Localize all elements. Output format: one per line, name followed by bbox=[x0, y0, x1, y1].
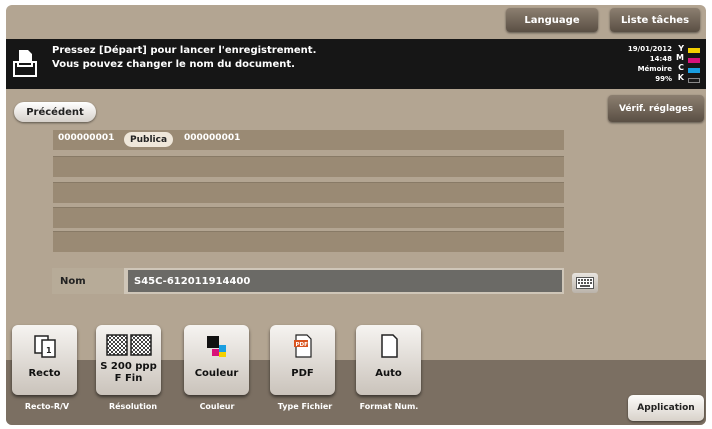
status-date: 19/01/2012 bbox=[627, 45, 672, 53]
toner-bar-m bbox=[688, 58, 700, 63]
toner-label-y: Y bbox=[678, 44, 684, 53]
status-panel: 19/01/2012 14:48 Mémoire 99% Y M C K bbox=[596, 43, 702, 87]
resolution-quality: F Fin bbox=[114, 373, 143, 384]
list-row[interactable] bbox=[53, 207, 564, 228]
status-time: 14:48 bbox=[649, 55, 672, 63]
duplex-label: Recto bbox=[28, 368, 61, 379]
list-row[interactable] bbox=[53, 182, 564, 203]
folder-path-row[interactable]: 000000001 Publica 000000001 bbox=[53, 130, 564, 150]
check-settings-button[interactable]: Vérif. réglages bbox=[608, 95, 704, 122]
memory-value: 99% bbox=[655, 75, 672, 83]
resolution-value: S 200 ppp bbox=[100, 361, 157, 372]
control-panel: Language Liste tâches Pressez [Départ] p… bbox=[6, 5, 706, 425]
color-label: Couleur bbox=[194, 368, 239, 379]
svg-text:PDF: PDF bbox=[295, 342, 308, 348]
file-type-label: PDF bbox=[291, 368, 314, 379]
language-button[interactable]: Language bbox=[506, 8, 598, 32]
document-icon bbox=[380, 334, 398, 358]
list-row[interactable] bbox=[53, 156, 564, 177]
color-caption: Couleur bbox=[199, 402, 235, 411]
duplex-caption: Recto-R/V bbox=[24, 402, 70, 411]
memory-label: Mémoire bbox=[637, 65, 672, 73]
color-setting-button[interactable]: Couleur bbox=[184, 325, 249, 395]
file-type-setting-button[interactable]: PDF PDF bbox=[270, 325, 335, 395]
toner-bar-y bbox=[688, 48, 700, 53]
message-bar: Pressez [Départ] pour lancer l'enregistr… bbox=[6, 39, 706, 89]
toner-label-c: C bbox=[678, 63, 684, 72]
toner-bar-k bbox=[688, 78, 700, 83]
file-type-caption: Type Fichier bbox=[277, 402, 333, 411]
pdf-file-icon: PDF bbox=[293, 334, 312, 358]
resolution-setting-button[interactable]: S 200 ppp F Fin bbox=[96, 325, 161, 395]
message-line-1: Pressez [Départ] pour lancer l'enregistr… bbox=[52, 45, 317, 56]
screen: Language Liste tâches Pressez [Départ] p… bbox=[0, 0, 712, 429]
keyboard-icon bbox=[576, 277, 594, 289]
toner-bar-c bbox=[688, 68, 700, 73]
resolution-caption: Résolution bbox=[108, 402, 158, 411]
toner-label-k: K bbox=[677, 73, 684, 82]
path-prefix: 000000001 bbox=[58, 133, 115, 143]
svg-text:1: 1 bbox=[46, 346, 52, 355]
scan-size-caption: Format Num. bbox=[359, 402, 419, 411]
path-suffix: 000000001 bbox=[184, 133, 241, 143]
resolution-icon bbox=[105, 334, 152, 356]
application-button[interactable]: Application bbox=[628, 395, 704, 421]
path-chip-public: Publica bbox=[124, 132, 174, 147]
duplex-setting-button[interactable]: 1 Recto bbox=[12, 325, 77, 395]
job-list-button[interactable]: Liste tâches bbox=[610, 8, 700, 32]
scan-size-setting-button[interactable]: Auto bbox=[356, 325, 421, 395]
document-name-field[interactable]: S45C-612011914400 bbox=[128, 270, 562, 292]
keyboard-button[interactable] bbox=[572, 273, 598, 293]
message-line-2: Vous pouvez changer le nom du document. bbox=[52, 59, 295, 70]
color-icon bbox=[206, 336, 226, 357]
name-label: Nom bbox=[52, 268, 124, 294]
list-row[interactable] bbox=[53, 231, 564, 252]
scan-size-label: Auto bbox=[375, 368, 402, 379]
document-box-icon bbox=[13, 50, 37, 77]
name-row: Nom S45C-612011914400 bbox=[52, 268, 564, 294]
toner-label-m: M bbox=[676, 53, 684, 62]
duplex-icon: 1 bbox=[33, 335, 56, 358]
previous-button[interactable]: Précédent bbox=[14, 102, 96, 122]
resolution-label: S 200 ppp F Fin bbox=[96, 361, 161, 385]
